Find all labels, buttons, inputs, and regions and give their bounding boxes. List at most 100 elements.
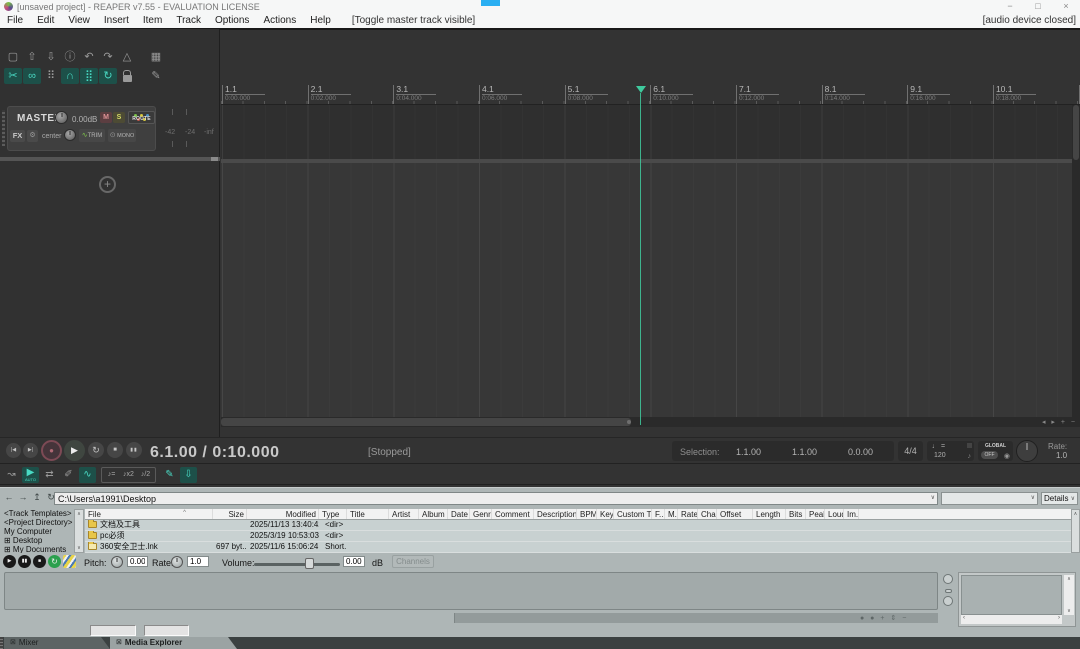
metadata-content[interactable] [961,575,1062,615]
tree-scrollbar[interactable]: ∧ ∨ [74,509,84,553]
column-offset[interactable]: Offset [717,509,753,519]
preview-zoom-handle[interactable] [945,589,952,593]
save-project-icon[interactable]: ⇩ [42,49,60,65]
file-row[interactable]: 文档及工具2025/11/13 13:40:42<dir> [85,520,1071,531]
master-solo-button[interactable]: S [113,112,125,123]
column-loud[interactable]: Loud... [825,509,844,519]
tempo-value[interactable]: 120 [934,452,946,459]
preview-zoom-icons[interactable]: ● ● + ⇕ − [860,614,908,622]
column-length[interactable]: Length [753,509,786,519]
column-bits[interactable]: Bits [786,509,806,519]
h-scroll-thumb[interactable] [221,418,631,426]
selection-box[interactable]: Selection: 1.1.00 1.1.00 0.0.00 [672,441,894,461]
back-button[interactable]: ← [3,491,15,503]
list-scrollbar[interactable]: ∧ [1071,509,1080,553]
tab-mixer[interactable]: ⊠Mixer [4,637,110,649]
column-file[interactable]: File^ [85,509,213,519]
column-customt[interactable]: Custom T... [614,509,652,519]
new-project-icon[interactable]: ▢ [4,49,22,65]
column-key[interactable]: Key [597,509,614,519]
pencil-edit-icon[interactable]: ✎ [147,68,165,84]
docker-grip[interactable] [0,637,3,649]
menu-edit[interactable]: Edit [30,15,61,26]
volume-input[interactable] [343,556,365,567]
master-volume-knob[interactable] [55,111,68,124]
column-im[interactable]: Im... [844,509,859,519]
go-to-start-button[interactable]: |◀ [6,443,21,458]
preview-play-button[interactable]: ▶ [3,555,16,568]
item-grouping-icon[interactable]: ∞ [23,68,41,84]
tree-item[interactable]: <Track Templates> [1,509,73,518]
selection-start[interactable]: 1.1.00 [736,447,761,457]
minimize-button[interactable]: − [996,0,1024,13]
file-row[interactable]: 360安全卫士.lnk697 byt...2025/11/6 15:06:24S… [85,542,1071,553]
master-panel-grip[interactable] [2,110,5,146]
metadata-h-scrollbar[interactable]: ‹ › [961,615,1062,624]
waveform-preview[interactable] [4,572,938,610]
stop-button[interactable]: ■ [107,442,123,458]
column-genre[interactable]: Genre [470,509,492,519]
global-automation-box[interactable]: GLOBAL OFF ◉ [978,441,1013,461]
arrange-v-scrollbar[interactable] [1072,105,1080,417]
column-date[interactable]: Date [448,509,470,519]
play-button[interactable]: ▶ [64,440,85,461]
tree-item[interactable]: <Project Directory> [1,518,73,527]
master-route-button[interactable]: ROUTE [128,111,155,124]
tcp-divider[interactable] [0,157,220,161]
column-description[interactable]: Description [534,509,577,519]
scroll-right-icon[interactable]: › [1058,615,1060,621]
waveform-peaks-icon[interactable]: ∿ [79,467,96,483]
redo-icon[interactable]: ↷ [99,49,117,65]
column-bpm[interactable]: BPM [577,509,597,519]
pitch-input[interactable] [127,556,148,567]
arrange-h-scrollbar[interactable]: ◂ ▸ + − [221,417,1080,427]
metronome-icon[interactable]: △ [118,49,136,65]
volume-slider-track[interactable] [254,563,340,566]
scroll-down-icon[interactable]: ∨ [75,545,83,551]
master-fx-button[interactable]: FX [10,130,25,142]
screenset-icon[interactable]: ▦ [147,49,165,65]
menu-track[interactable]: Track [169,15,208,26]
column-f[interactable]: F... [652,509,665,519]
preview-pause-button[interactable]: ▮▮ [18,555,31,568]
track-control-panel[interactable] [0,29,220,437]
go-to-end-button[interactable]: ▶| [23,443,38,458]
column-type[interactable]: Type [319,509,347,519]
column-rate[interactable]: Rate [678,509,698,519]
selection-length[interactable]: 0.0.00 [848,447,873,457]
menu-help[interactable]: Help [303,15,338,26]
open-project-icon[interactable]: ⇧ [23,49,41,65]
add-track-button[interactable]: + [99,176,116,193]
preview-zoom-out-button[interactable] [943,596,953,606]
time-signature[interactable]: 4/4 [898,441,923,461]
rate-knob[interactable] [171,556,183,568]
file-row[interactable]: pc必须2025/3/19 10:53:03<dir> [85,531,1071,542]
pause-button[interactable]: ▮▮ [126,442,142,458]
fx-settings-gear-icon[interactable]: ⚙ [27,130,38,142]
scroll-up-icon[interactable]: ∧ [1064,576,1074,582]
volume-slider-thumb[interactable] [305,558,314,569]
grid-note-straight-button[interactable]: ♪= [104,468,119,482]
column-modified[interactable]: Modified [247,509,319,519]
selection-end[interactable]: 1.1.00 [792,447,817,457]
column-chan[interactable]: Chan [698,509,717,519]
menu-file[interactable]: File [0,15,30,26]
tree-item[interactable]: ⊞ Desktop [1,536,73,545]
filter-combo[interactable]: ∨ [941,492,1038,505]
insert-media-button[interactable]: ⇩ [180,467,197,483]
scroll-up-icon[interactable]: ∧ [75,511,83,517]
preview-h-scrollbar[interactable]: ● ● + ⇕ − [0,613,938,623]
menu-insert[interactable]: Insert [97,15,136,26]
track-area[interactable] [221,163,1080,417]
scroll-down-icon[interactable]: ∨ [1064,608,1074,614]
close-button[interactable]: × [1052,0,1080,13]
scroll-up-icon[interactable]: ∧ [1072,511,1079,517]
details-view-button[interactable]: Details ∨ [1041,492,1078,505]
playrate-knob[interactable] [1016,440,1038,462]
column-size[interactable]: Size [213,509,247,519]
transport-time-display[interactable]: 6.1.00 / 0:10.000 [150,444,279,462]
ripple-edit-icon[interactable]: ⠿ [42,68,60,84]
column-comment[interactable]: Comment [492,509,534,519]
close-tab-icon[interactable]: ⊠ [10,637,16,649]
master-volume-value[interactable]: 0.00dB [72,115,97,124]
